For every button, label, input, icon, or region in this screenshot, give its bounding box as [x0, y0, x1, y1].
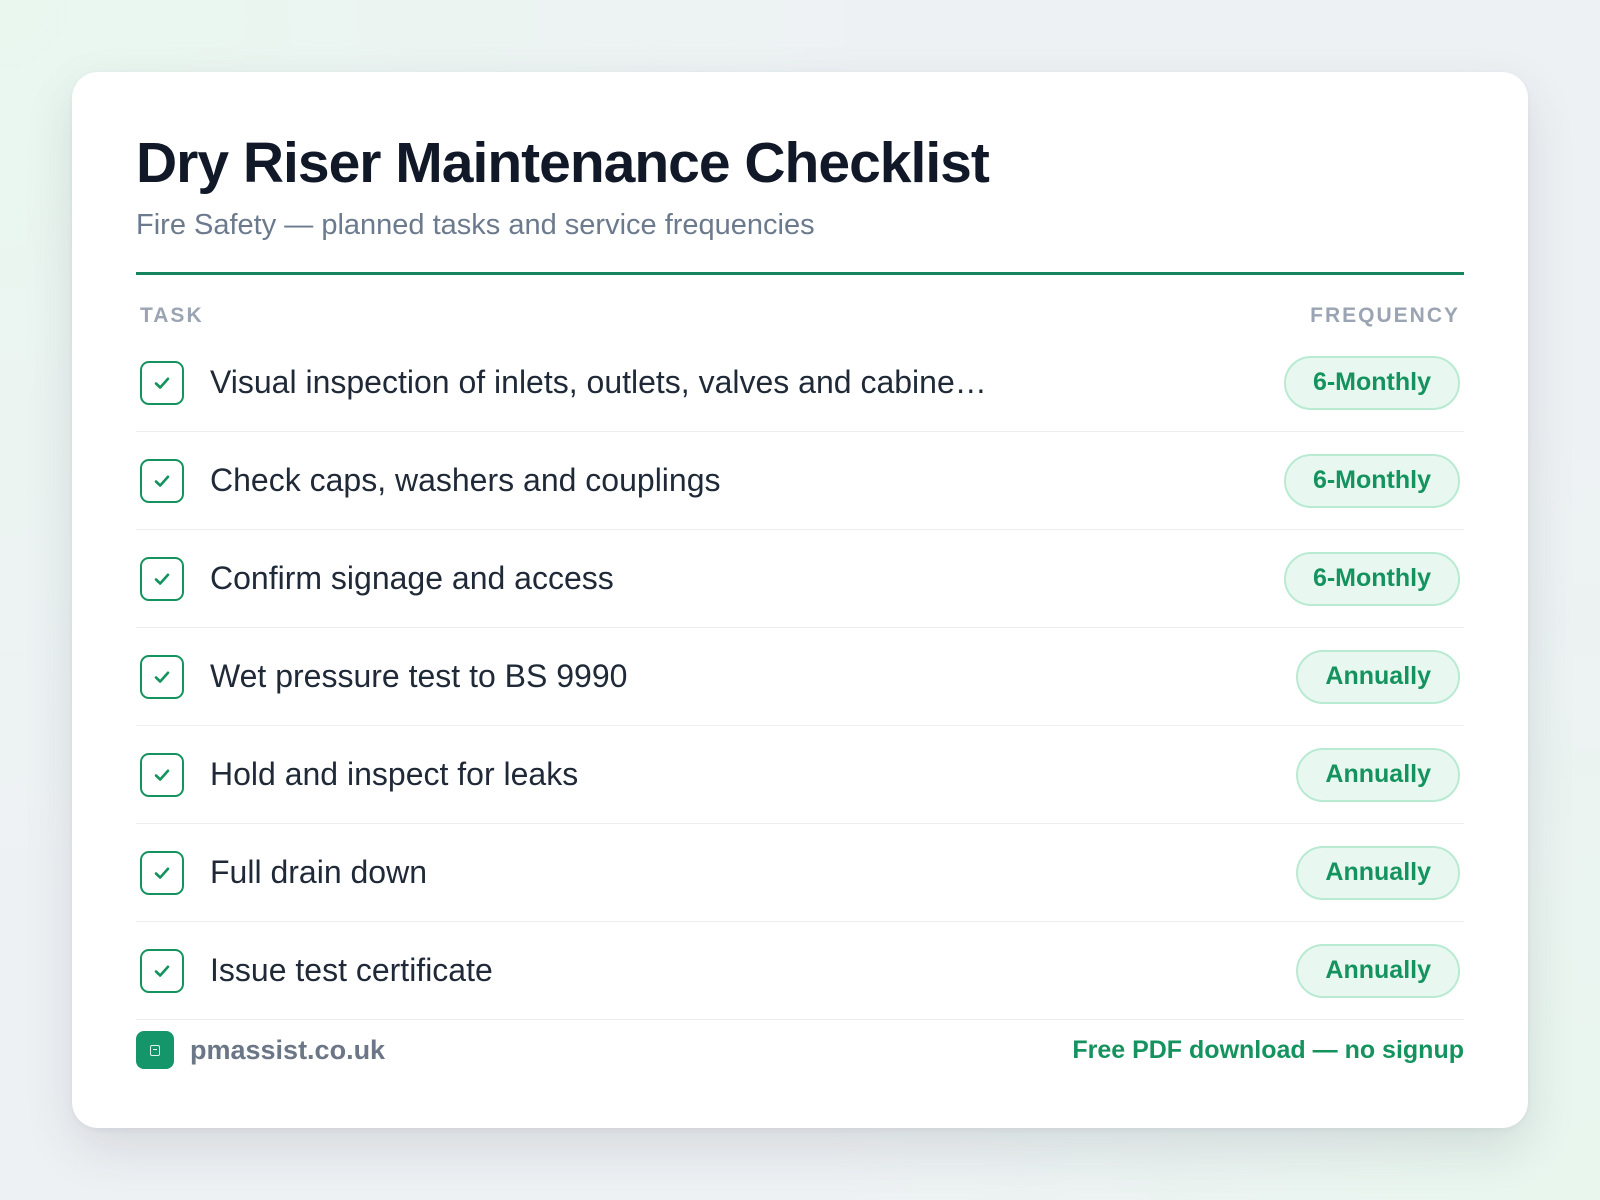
header-divider	[136, 272, 1464, 275]
task-checkbox[interactable]	[140, 556, 184, 601]
task-label: Issue test certificate	[210, 952, 493, 988]
frequency-badge: 6-Monthly	[1283, 551, 1460, 606]
task-checkbox[interactable]	[140, 458, 184, 503]
task-label: Confirm signage and access	[210, 560, 614, 596]
task-label: Visual inspection of inlets, outlets, va…	[210, 364, 987, 400]
task-label: Full drain down	[210, 854, 427, 890]
footer: pmassist.co.uk Free PDF download — no si…	[136, 1030, 1464, 1070]
column-header-task: TASK	[140, 304, 204, 327]
task-row: Full drain down Annually	[136, 824, 1464, 922]
check-icon	[154, 965, 170, 977]
page-subtitle: Fire Safety — planned tasks and service …	[136, 209, 815, 241]
task-checkbox[interactable]	[140, 360, 184, 405]
task-row: Issue test certificate Annually	[136, 922, 1464, 1020]
column-header-frequency: FREQUENCY	[1310, 304, 1460, 327]
check-icon	[154, 769, 170, 781]
checklist-card: Dry Riser Maintenance Checklist Fire Saf…	[72, 72, 1528, 1128]
frequency-badge: Annually	[1296, 943, 1460, 998]
task-label: Check caps, washers and couplings	[210, 462, 721, 498]
task-row: Confirm signage and access 6-Monthly	[136, 530, 1464, 628]
task-row: Hold and inspect for leaks Annually	[136, 726, 1464, 824]
task-checkbox[interactable]	[140, 850, 184, 895]
task-label: Hold and inspect for leaks	[210, 756, 579, 792]
task-checkbox[interactable]	[140, 752, 184, 797]
task-row: Visual inspection of inlets, outlets, va…	[136, 334, 1464, 432]
check-icon	[154, 475, 170, 487]
task-checkbox[interactable]	[140, 948, 184, 993]
page-title: Dry Riser Maintenance Checklist	[136, 131, 990, 195]
check-icon	[154, 377, 170, 389]
check-icon	[154, 867, 170, 879]
task-checkbox[interactable]	[140, 654, 184, 699]
task-row: Check caps, washers and couplings 6-Mont…	[136, 432, 1464, 530]
frequency-badge: Annually	[1296, 747, 1460, 802]
frequency-badge: Annually	[1296, 845, 1460, 900]
task-label: Wet pressure test to BS 9990	[210, 658, 628, 694]
task-row: Wet pressure test to BS 9990 Annually	[136, 628, 1464, 726]
pdf-download-link[interactable]: Free PDF download — no signup	[1072, 1036, 1464, 1065]
frequency-badge: 6-Monthly	[1283, 355, 1460, 410]
task-list: Visual inspection of inlets, outlets, va…	[136, 334, 1464, 1020]
frequency-badge: Annually	[1296, 649, 1460, 704]
check-icon	[154, 671, 170, 683]
clipboard-icon	[136, 1031, 174, 1069]
frequency-badge: 6-Monthly	[1283, 453, 1460, 508]
check-icon	[154, 573, 170, 585]
site-link[interactable]: pmassist.co.uk	[190, 1035, 385, 1066]
